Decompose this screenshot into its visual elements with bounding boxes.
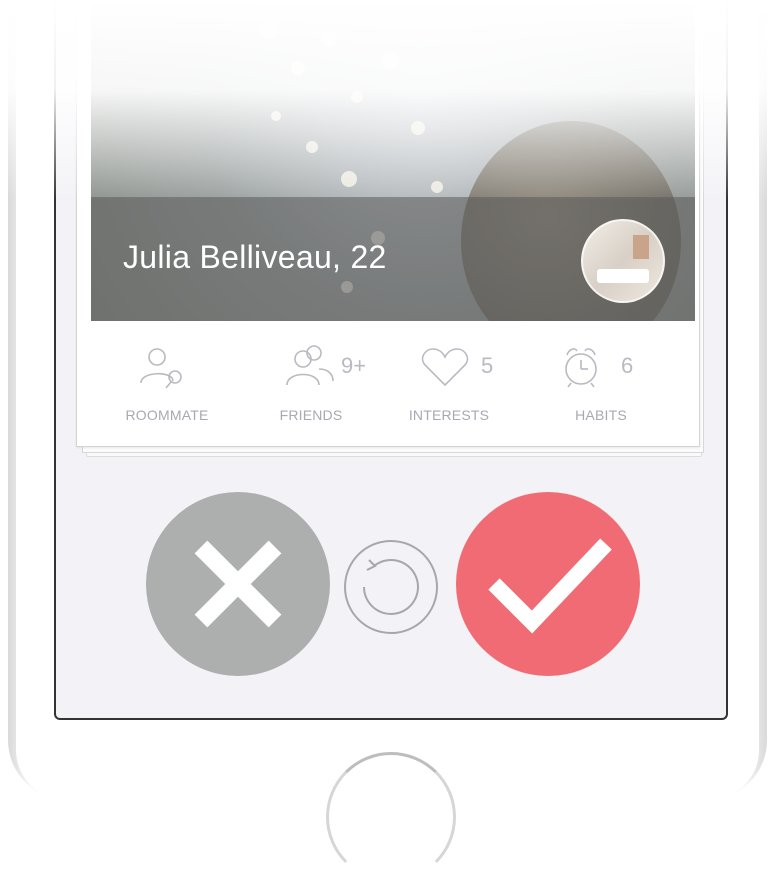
stat-label: HABITS (575, 407, 627, 423)
undo-button[interactable] (342, 538, 440, 636)
photo-flower (306, 141, 318, 153)
home-button[interactable] (326, 752, 456, 882)
stat-label: FRIENDS (279, 407, 343, 423)
stat-label: INTERESTS (408, 407, 490, 423)
thumbnail-sofa (597, 269, 649, 283)
roommate-search-icon (140, 348, 182, 389)
thumbnail-window (633, 235, 649, 259)
undo-icon (344, 540, 438, 634)
x-icon (194, 540, 282, 628)
photo-flower (261, 21, 279, 39)
photo-flower (271, 111, 281, 121)
photo-flower (381, 51, 399, 69)
profile-name: Julia Belliveau, 22 (123, 239, 387, 275)
profile-stats: ROOMMATE 9+ FRIENDS 5 INTERESTS 6 HABITS (91, 321, 695, 445)
alarm-clock-icon (565, 348, 597, 388)
profile-card[interactable]: Julia Belliveau, 22 ROOMMATE 9+ FRIENDS … (76, 0, 700, 447)
accept-button[interactable] (456, 492, 640, 676)
stat-count: 5 (481, 353, 494, 378)
stat-habits[interactable]: 6 HABITS (531, 341, 671, 423)
stat-friends[interactable]: 9+ FRIENDS (241, 341, 381, 423)
checkmark-icon (488, 538, 612, 634)
stat-count: 6 (621, 353, 634, 378)
stat-roommate[interactable]: ROOMMATE (97, 341, 237, 423)
stat-count: 9+ (341, 353, 367, 378)
profile-photo[interactable]: Julia Belliveau, 22 (91, 1, 695, 321)
stat-interests[interactable]: 5 INTERESTS (379, 341, 519, 423)
photo-flower (411, 121, 425, 135)
name-bar: Julia Belliveau, 22 (91, 197, 695, 321)
photo-flower (321, 31, 337, 47)
room-thumbnail[interactable] (581, 219, 665, 303)
photo-flower (351, 91, 363, 103)
photo-flower (291, 61, 305, 75)
app-screen: Julia Belliveau, 22 ROOMMATE 9+ FRIENDS … (54, 0, 728, 720)
heart-icon (421, 348, 469, 387)
photo-flower (431, 181, 443, 193)
reject-button[interactable] (146, 492, 330, 676)
stat-label: ROOMMATE (125, 407, 209, 423)
photo-flower (341, 171, 357, 187)
